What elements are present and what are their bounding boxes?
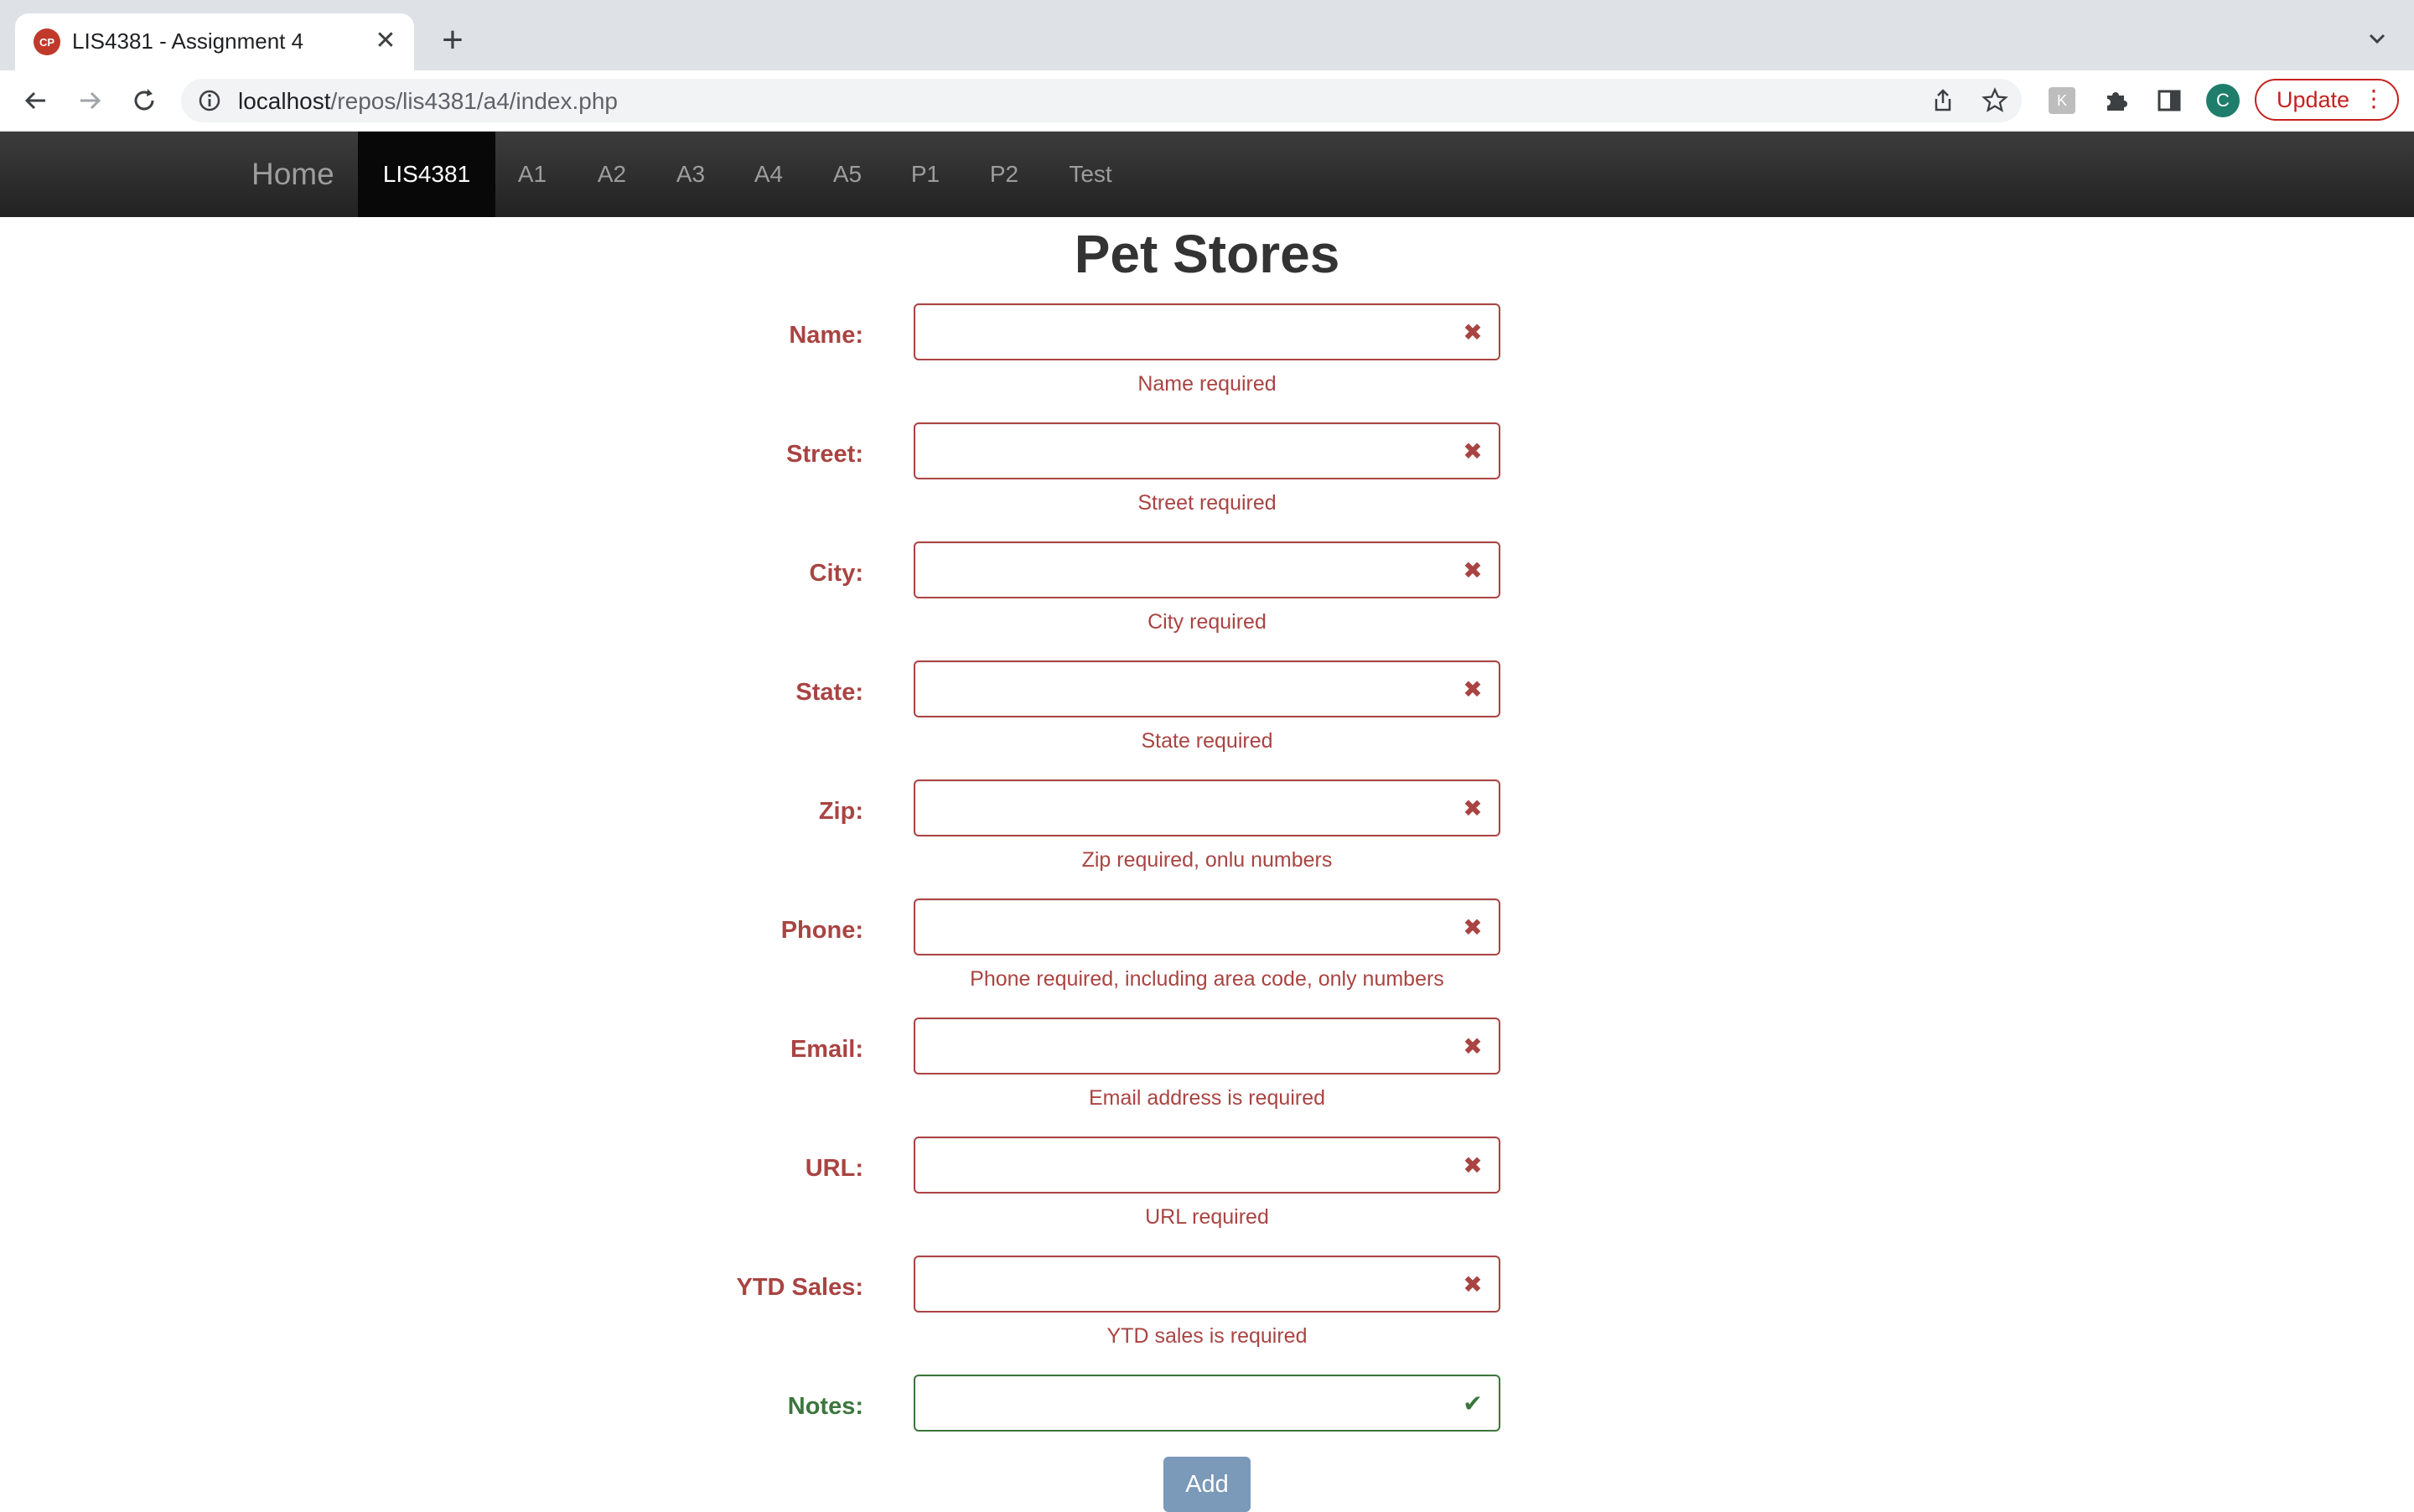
form-row-zip: Zip: ✖ Zip required, onlu numbers	[0, 779, 2414, 888]
error-x-icon: ✖	[1463, 318, 1483, 345]
phone-input[interactable]	[914, 898, 1500, 955]
email-help-text: Email address is required	[1088, 1086, 1326, 1110]
new-tab-button[interactable]: +	[433, 20, 473, 60]
error-x-icon: ✖	[1463, 1152, 1483, 1178]
close-icon[interactable]: ✕	[369, 23, 402, 57]
name-label: Name:	[789, 322, 863, 349]
navbar-brand-home[interactable]: Home	[251, 132, 334, 217]
url-label: URL:	[805, 1155, 863, 1182]
state-input[interactable]	[914, 660, 1500, 717]
profile-avatar[interactable]: C	[2206, 84, 2240, 117]
zip-help-text: Zip required, onlu numbers	[1081, 848, 1333, 872]
state-label: State:	[795, 679, 863, 706]
form-row-ytd-sales: YTD Sales: ✖ YTD sales is required	[0, 1256, 2414, 1364]
site-navbar: Home LIS4381 A1 A2 A3 A4 A5 P1 P2 Test	[0, 132, 2414, 217]
browser-toolbar: localhost/repos/lis4381/a4/index.php K C…	[0, 70, 2414, 132]
browser-tab[interactable]: CP LIS4381 - Assignment 4 ✕	[15, 13, 414, 70]
update-label: Update	[2277, 86, 2350, 112]
bookmark-star-icon[interactable]	[1981, 87, 2008, 114]
ytd-sales-input[interactable]	[914, 1256, 1500, 1313]
side-panel-icon[interactable]	[2156, 87, 2183, 114]
success-check-icon: ✔	[1463, 1390, 1483, 1416]
zip-input[interactable]	[914, 779, 1500, 836]
city-help-text: City required	[1147, 610, 1267, 634]
state-help-text: State required	[1141, 729, 1273, 753]
street-help-text: Street required	[1137, 491, 1277, 515]
nav-item-a1[interactable]: A1	[510, 132, 555, 217]
email-label: Email:	[790, 1036, 863, 1063]
forward-arrow-icon[interactable]	[72, 82, 109, 119]
url-host: localhost	[238, 88, 331, 114]
zip-label: Zip:	[818, 798, 863, 825]
name-input[interactable]	[914, 303, 1500, 360]
nav-item-p2[interactable]: P2	[981, 132, 1028, 217]
error-x-icon: ✖	[1463, 1271, 1483, 1297]
nav-item-a5[interactable]: A5	[824, 132, 871, 217]
add-button[interactable]: Add	[1163, 1457, 1251, 1512]
notes-label: Notes:	[787, 1393, 863, 1420]
nav-item-p1[interactable]: P1	[902, 132, 949, 217]
page-title: Pet Stores	[1074, 224, 1340, 284]
reload-icon[interactable]	[126, 82, 163, 119]
form-row-phone: Phone: ✖ Phone required, including area …	[0, 898, 2414, 1007]
phone-help-text: Phone required, including area code, onl…	[970, 967, 1444, 991]
notes-input[interactable]	[914, 1375, 1500, 1432]
ytd-sales-label: YTD Sales:	[736, 1274, 864, 1301]
address-bar[interactable]: localhost/repos/lis4381/a4/index.php	[181, 79, 2022, 122]
ytd-sales-help-text: YTD sales is required	[1106, 1324, 1308, 1348]
phone-label: Phone:	[780, 917, 863, 944]
browser-tab-strip: CP LIS4381 - Assignment 4 ✕ +	[0, 0, 2414, 70]
form-row-street: Street: ✖ Street required	[0, 422, 2414, 531]
form-row-email: Email: ✖ Email address is required	[0, 1017, 2414, 1126]
city-input[interactable]	[914, 541, 1500, 598]
site-info-icon[interactable]	[196, 87, 223, 114]
url-help-text: URL required	[1145, 1205, 1269, 1229]
nav-item-a3[interactable]: A3	[667, 132, 714, 217]
error-x-icon: ✖	[1463, 557, 1483, 583]
email-input[interactable]	[914, 1017, 1500, 1074]
error-x-icon: ✖	[1463, 438, 1483, 464]
nav-item-lis4381[interactable]: LIS4381	[358, 132, 495, 217]
error-x-icon: ✖	[1463, 795, 1483, 821]
street-input[interactable]	[914, 422, 1500, 479]
form-row-name: Name: ✖ Name required	[0, 303, 2414, 412]
url-input[interactable]	[914, 1137, 1500, 1194]
url-text[interactable]: localhost/repos/lis4381/a4/index.php	[238, 88, 618, 115]
form-row-city: City: ✖ City required	[0, 541, 2414, 650]
tab-search-chevron-icon[interactable]	[2360, 22, 2394, 55]
error-x-icon: ✖	[1463, 676, 1483, 702]
update-button[interactable]: Update ⋮	[2255, 79, 2399, 121]
nav-item-test[interactable]: Test	[1059, 132, 1122, 217]
url-path: /repos/lis4381/a4/index.php	[330, 88, 618, 114]
name-help-text: Name required	[1137, 372, 1277, 396]
nav-item-a4[interactable]: A4	[745, 132, 792, 217]
form-row-url: URL: ✖ URL required	[0, 1137, 2414, 1245]
extensions-puzzle-icon[interactable]	[2102, 87, 2129, 114]
favicon-icon: CP	[34, 28, 60, 55]
back-arrow-icon[interactable]	[17, 82, 54, 119]
city-label: City:	[809, 560, 863, 587]
nav-item-a2[interactable]: A2	[588, 132, 635, 217]
error-x-icon: ✖	[1463, 1033, 1483, 1059]
tab-title: LIS4381 - Assignment 4	[72, 28, 304, 54]
form-row-state: State: ✖ State required	[0, 660, 2414, 769]
extension-k-icon[interactable]: K	[2049, 87, 2075, 114]
error-x-icon: ✖	[1463, 914, 1483, 940]
street-label: Street:	[786, 441, 863, 468]
share-icon[interactable]	[1930, 87, 1956, 114]
more-menu-icon[interactable]: ⋮	[2362, 87, 2386, 111]
